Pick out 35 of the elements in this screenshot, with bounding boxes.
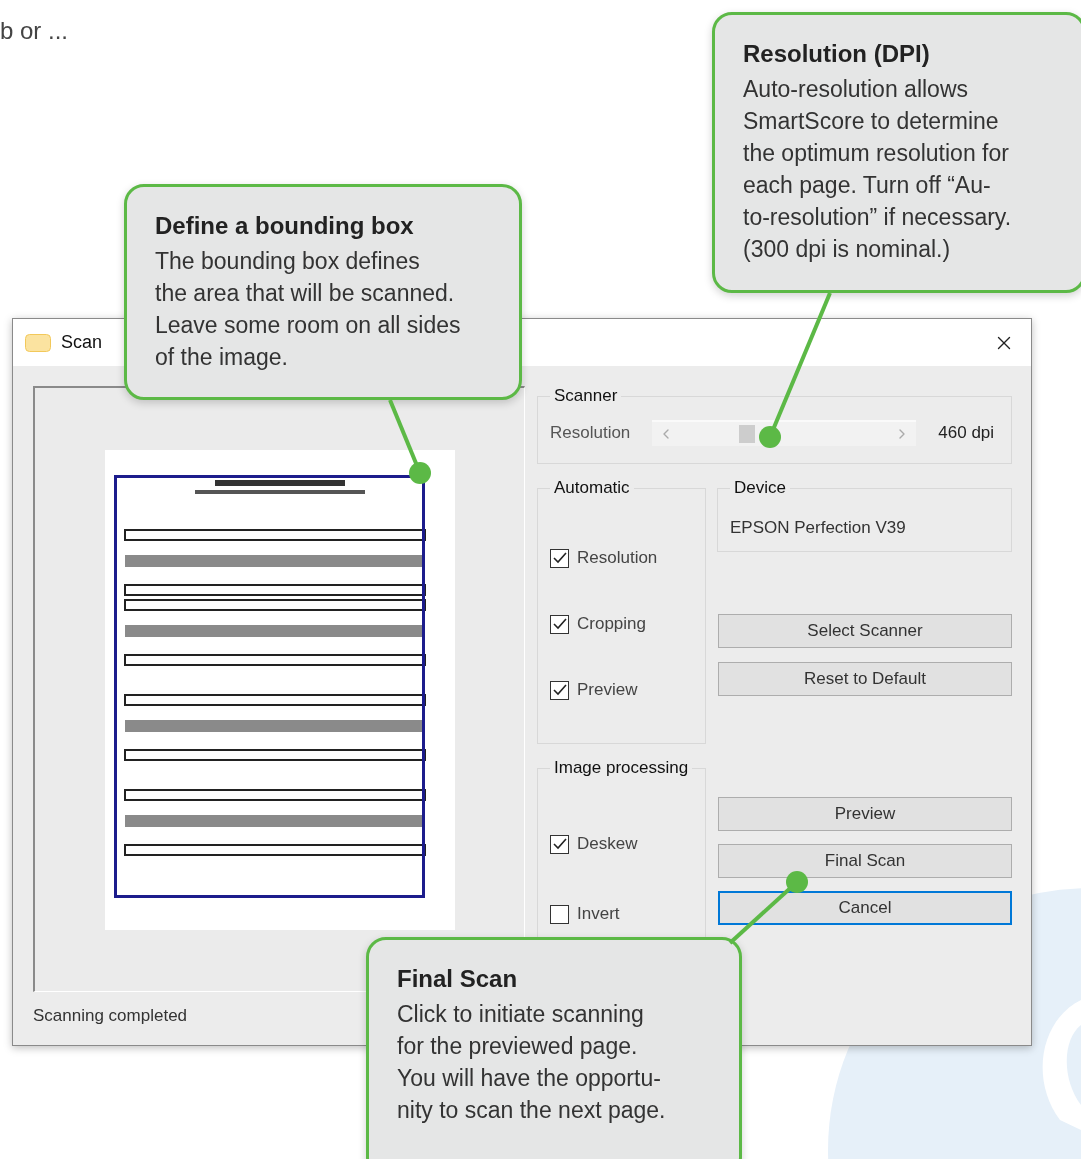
checkbox-label: Cropping	[577, 614, 646, 634]
group-label: Device	[733, 478, 787, 498]
checkbox-label: Deskew	[577, 834, 638, 854]
callout-text: Auto-resolution allows SmartScore to determine the optimum resolution for each page. Turn off “Au- to-resolution” if necessary. (300 dpi is nominal.)	[743, 75, 1012, 264]
window-title: Scan	[61, 332, 103, 353]
callout-title: Resolution (DPI)	[743, 39, 931, 69]
callout-title: Final Scan	[397, 964, 519, 994]
dialog-button[interactable]: Cancel	[718, 891, 1012, 925]
resolution-value: 460 dpi	[938, 423, 995, 443]
dialog-button[interactable]: Reset to Default	[718, 662, 1012, 696]
dialog-button[interactable]: Final Scan	[718, 844, 1012, 878]
checkbox[interactable]	[550, 834, 569, 854]
callout-text: Click to initiate scanning for the previewed page. You will have the opportu- nity to scan the next page.	[397, 1000, 667, 1125]
checkbox-label: Invert	[577, 904, 620, 924]
slider-thumb[interactable]	[739, 425, 756, 443]
group-label: Image processing	[553, 758, 690, 778]
checkbox[interactable]	[550, 680, 569, 700]
resolution-slider[interactable]	[652, 420, 917, 446]
dialog-button[interactable]: Select Scanner	[718, 614, 1012, 648]
callout-title: Define a bounding box	[155, 211, 415, 241]
intro-text: b or ...	[0, 16, 69, 46]
app-icon	[25, 333, 51, 352]
callout-text: The bounding box defines the area that will be scanned. Leave some room on all sides of the image.	[155, 247, 462, 372]
resolution-label: Resolution	[550, 423, 631, 443]
group-label: Automatic	[553, 478, 631, 498]
dialog-button[interactable]: Preview	[718, 797, 1012, 831]
checkbox-label: Preview	[577, 680, 638, 700]
checkbox[interactable]	[550, 614, 569, 634]
checkbox-label: Resolution	[577, 548, 658, 568]
group-label: Scanner	[553, 386, 619, 406]
checkbox[interactable]	[550, 548, 569, 568]
status-text: Scanning completed	[33, 1006, 188, 1026]
device-name: EPSON Perfection V39	[730, 518, 907, 538]
checkbox[interactable]	[550, 904, 569, 924]
bounding-box-frame[interactable]	[113, 474, 425, 898]
